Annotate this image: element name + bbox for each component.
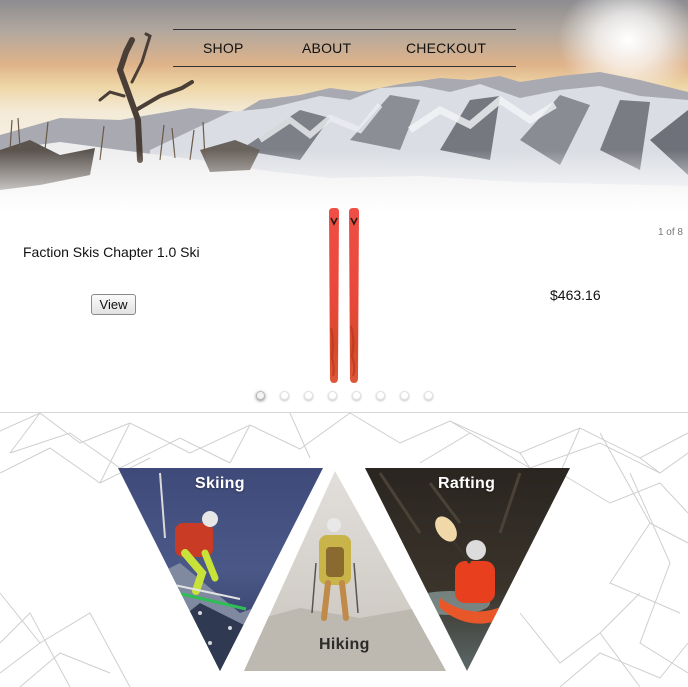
hero-banner: SHOP ABOUT CHECKOUT [0,0,688,215]
activity-label-hiking[interactable]: Hiking [319,636,370,654]
product-name: Faction Skis Chapter 1.0 Ski [23,244,200,260]
carousel-dot[interactable] [328,391,337,400]
activity-label-rafting[interactable]: Rafting [438,475,495,493]
activities-section: Skiing Hiking Rafting [0,413,688,687]
main-nav: SHOP ABOUT CHECKOUT [173,29,516,67]
product-price: $463.16 [550,287,601,303]
carousel-dot[interactable] [424,391,433,400]
carousel-dot[interactable] [400,391,409,400]
product-carousel: 1 of 8 Faction Skis Chapter 1.0 Ski View… [0,205,688,413]
carousel-dot[interactable] [280,391,289,400]
carousel-dot[interactable] [376,391,385,400]
carousel-dot[interactable] [352,391,361,400]
ski-product-image[interactable] [327,208,363,384]
activity-label-skiing[interactable]: Skiing [195,475,245,493]
nav-checkout-link[interactable]: CHECKOUT [406,40,486,56]
nav-shop-link[interactable]: SHOP [203,40,243,56]
carousel-dot[interactable] [256,391,265,400]
carousel-dot[interactable] [304,391,313,400]
nav-about-link[interactable]: ABOUT [302,40,351,56]
slide-counter: 1 of 8 [657,227,683,238]
view-product-button[interactable]: View [91,294,136,315]
